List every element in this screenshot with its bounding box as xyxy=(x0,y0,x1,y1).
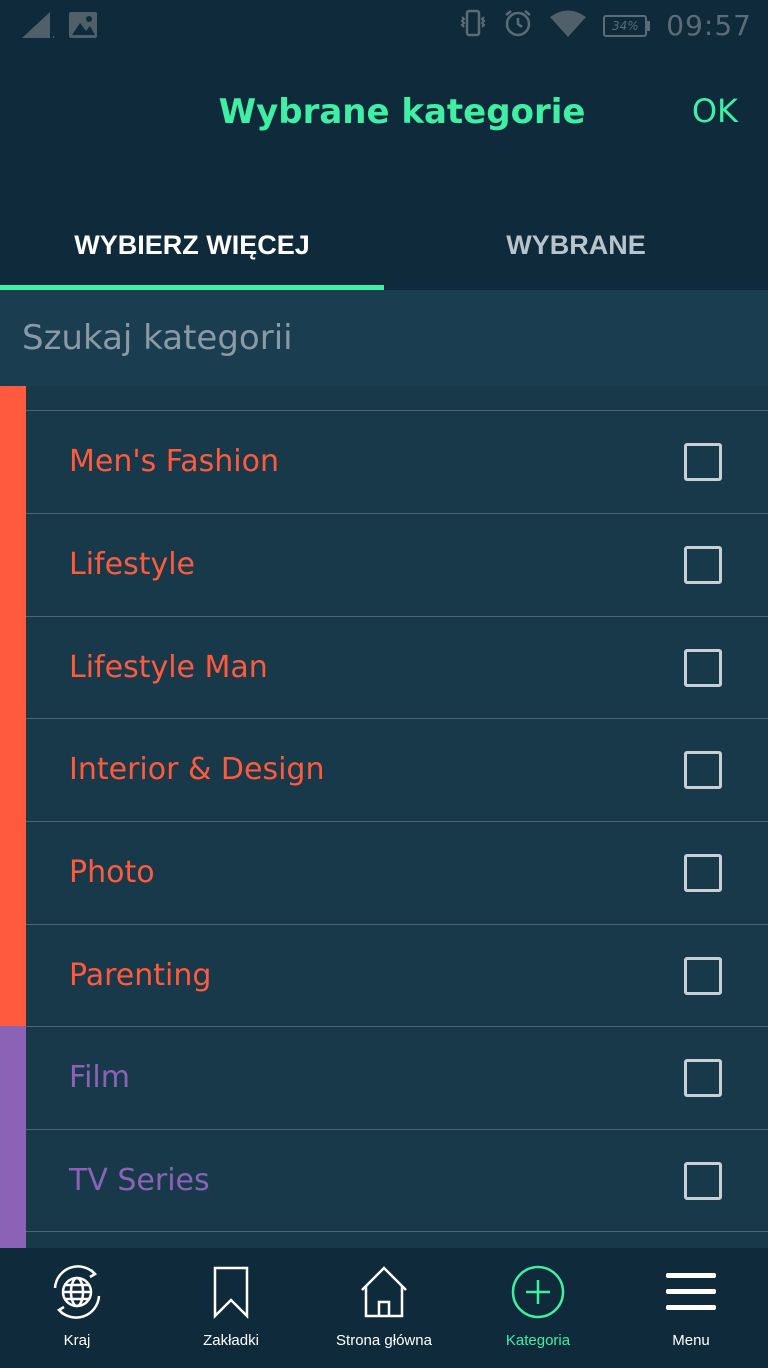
category-row[interactable]: Parenting xyxy=(26,924,768,1026)
status-bar: 34% 09:57 xyxy=(0,0,768,52)
category-label: Lifestyle Man xyxy=(69,650,268,685)
nav-menu[interactable]: Menu xyxy=(614,1248,768,1368)
category-label: Men's Fashion xyxy=(69,444,279,479)
nav-category[interactable]: Kategoria xyxy=(461,1248,615,1368)
nav-label: Kraj xyxy=(63,1332,91,1349)
nav-label: Menu xyxy=(672,1332,710,1349)
wifi-icon xyxy=(549,8,587,43)
category-label: Lifestyle xyxy=(69,547,196,582)
hamburger-icon xyxy=(663,1264,719,1320)
nav-label: Strona główna xyxy=(336,1332,432,1349)
search-input[interactable] xyxy=(22,312,742,364)
category-row[interactable]: Lifestyle Man xyxy=(26,616,768,718)
bottom-navigation: Kraj Zakładki Strona główna Kategoria Me… xyxy=(0,1248,768,1368)
category-label: TV Series xyxy=(69,1163,210,1198)
globe-icon xyxy=(49,1264,105,1320)
category-row[interactable] xyxy=(26,1231,768,1248)
category-label: Photo xyxy=(69,855,155,890)
tab-choose-more[interactable]: WYBIERZ WIĘCEJ xyxy=(0,200,384,290)
category-checkbox[interactable] xyxy=(684,956,722,995)
category-checkbox[interactable] xyxy=(684,1058,722,1097)
vibrate-icon xyxy=(459,8,487,43)
ok-button[interactable]: OK xyxy=(692,92,738,130)
app-header: Wybrane kategorie OK WYBIERZ WIĘCEJ WYBR… xyxy=(0,52,768,290)
category-row[interactable]: Interior & Design xyxy=(26,718,768,820)
nav-bookmarks[interactable]: Zakładki xyxy=(154,1248,308,1368)
category-row[interactable]: Lifestyle xyxy=(26,513,768,615)
alarm-icon xyxy=(503,8,533,43)
tab-selected[interactable]: WYBRANE xyxy=(384,200,768,290)
nav-country[interactable]: Kraj xyxy=(0,1248,154,1368)
group-color-bar-orange xyxy=(0,386,26,1026)
category-checkbox[interactable] xyxy=(684,853,722,892)
category-row[interactable]: Photo xyxy=(26,821,768,923)
battery-level: 34% xyxy=(603,14,648,37)
category-row[interactable]: Film xyxy=(26,1026,768,1128)
category-checkbox[interactable] xyxy=(684,1161,722,1200)
bookmark-icon xyxy=(203,1264,259,1320)
battery-icon: 34% xyxy=(603,14,651,37)
clock: 09:57 xyxy=(666,9,752,42)
category-row[interactable]: Men's Fashion xyxy=(26,410,768,512)
category-label: Interior & Design xyxy=(69,752,325,787)
category-list: Men's Fashion Lifestyle Lifestyle Man In… xyxy=(0,386,768,1248)
nav-label: Zakładki xyxy=(203,1332,259,1349)
signal-icon xyxy=(20,10,54,45)
category-label: Film xyxy=(69,1060,130,1095)
category-label: Parenting xyxy=(69,958,212,993)
category-checkbox[interactable] xyxy=(684,648,722,687)
category-row[interactable]: TV Series xyxy=(26,1129,768,1231)
category-checkbox[interactable] xyxy=(684,442,722,481)
page-title: Wybrane kategorie xyxy=(218,92,586,132)
category-checkbox[interactable] xyxy=(684,750,722,789)
nav-label: Kategoria xyxy=(505,1332,571,1349)
image-notification-icon xyxy=(68,11,98,44)
category-checkbox[interactable] xyxy=(684,545,722,584)
search-bar xyxy=(0,290,768,386)
group-color-bar-purple xyxy=(0,1026,26,1248)
nav-home[interactable]: Strona główna xyxy=(307,1248,461,1368)
add-circle-icon xyxy=(510,1264,566,1320)
tab-bar: WYBIERZ WIĘCEJ WYBRANE xyxy=(0,200,768,290)
home-icon xyxy=(356,1264,412,1320)
